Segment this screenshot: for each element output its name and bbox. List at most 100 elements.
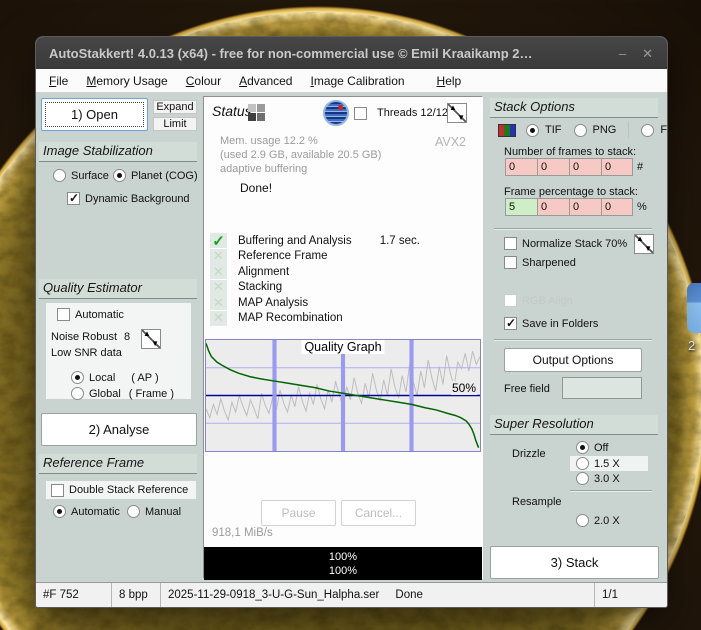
step-row: ✕ MAP Analysis — [210, 295, 478, 311]
cancel-button[interactable]: Cancel... — [341, 500, 416, 526]
step-pending-icon: ✕ — [210, 280, 227, 295]
open-button[interactable]: 1) Open — [41, 98, 148, 131]
step-label: Alignment — [238, 266, 289, 278]
sharpened-checkbox[interactable] — [504, 256, 517, 269]
free-field-label: Free field — [504, 383, 550, 395]
low-snr-label: Low SNR data — [51, 347, 122, 359]
quality-graph-title: Quality Graph — [301, 340, 384, 354]
step-pending-icon: ✕ — [210, 295, 227, 310]
free-field-input[interactable] — [562, 377, 642, 399]
save-in-folders-checkbox[interactable] — [504, 317, 517, 330]
local-ap-radio[interactable] — [71, 371, 84, 384]
resample-20x-radio[interactable] — [576, 514, 589, 527]
memory-usage-line: Mem. usage 12.2 % — [220, 135, 318, 147]
resample-20x-label: 2.0 X — [594, 515, 620, 527]
reference-automatic-radio[interactable] — [53, 505, 66, 518]
drizzle-label: Drizzle — [512, 448, 546, 460]
frames-to-stack-label: Number of frames to stack: — [504, 146, 636, 158]
step-pending-icon: ✕ — [210, 264, 227, 279]
minimize-icon[interactable]: – — [619, 47, 626, 60]
menu-image-calibration[interactable]: Image Calibration — [301, 71, 413, 91]
quality-estimator-header: Quality Estimator — [39, 279, 197, 299]
step-row: ✓ Buffering and Analysis 1.7 sec. — [210, 233, 478, 249]
global-label: Global — [89, 388, 121, 400]
file-status: Done — [395, 589, 423, 601]
pause-button[interactable]: Pause — [261, 500, 336, 526]
resample-label: Resample — [512, 496, 562, 508]
normalize-spinner-icon[interactable]: ▲▼ — [634, 234, 654, 254]
drizzle-off-radio[interactable] — [576, 441, 589, 454]
divider — [570, 490, 652, 492]
desktop-shortcut-icon[interactable] — [687, 283, 701, 333]
format-fit-radio[interactable] — [641, 124, 654, 137]
rgb-color-icon — [498, 124, 516, 137]
status-panel: Status Threads 12/12 ▲▼ Mem. usage 12.2 … — [203, 96, 483, 579]
stack-button[interactable]: 3) Stack — [490, 546, 659, 579]
frames-input-2[interactable] — [537, 158, 569, 176]
planet-cog-radio[interactable] — [113, 169, 126, 182]
local-label: Local — [89, 372, 115, 384]
double-stack-reference-checkbox[interactable] — [51, 484, 64, 497]
menu-memory-usage[interactable]: Memory Usage — [77, 71, 176, 91]
divider — [494, 228, 652, 230]
menu-file[interactable]: File — [40, 71, 77, 91]
format-tif-radio[interactable] — [526, 124, 539, 137]
title-bar[interactable]: AutoStakkert! 4.0.13 (x64) - free for no… — [36, 37, 667, 69]
menu-advanced[interactable]: Advanced — [230, 71, 301, 91]
desktop-shortcut-badge: 2 — [688, 338, 695, 353]
menu-help[interactable]: Help — [428, 71, 471, 91]
status-checkbox[interactable] — [354, 107, 367, 120]
reference-frame-header: Reference Frame — [39, 454, 197, 474]
automatic-quality-checkbox[interactable] — [57, 308, 70, 321]
percent-input-2[interactable] — [537, 198, 569, 216]
drizzle-off-label: Off — [594, 442, 608, 454]
percent-input-3[interactable] — [569, 198, 601, 216]
autostakkert-window: AutoStakkert! 4.0.13 (x64) - free for no… — [35, 36, 668, 608]
normalize-stack-checkbox[interactable] — [504, 237, 517, 250]
dynamic-background-checkbox[interactable] — [67, 192, 80, 205]
close-icon[interactable]: ✕ — [642, 47, 653, 60]
surface-label: Surface — [71, 170, 109, 182]
reference-manual-radio[interactable] — [127, 505, 140, 518]
progress-bar-top: 100% — [329, 551, 357, 563]
step-check-icon: ✓ — [210, 233, 227, 248]
analyse-button[interactable]: 2) Analyse — [41, 413, 197, 446]
reference-automatic-label: Automatic — [71, 506, 120, 518]
noise-robust-spinner-icon[interactable]: ▲▼ — [141, 329, 161, 349]
limit-button[interactable]: Limit — [153, 117, 197, 131]
drizzle-30x-radio[interactable] — [576, 472, 589, 485]
expand-button[interactable]: Expand — [153, 100, 197, 114]
status-bar: #F 752 8 bpp 2025-11-29-0918_3-U-G-Sun_H… — [36, 582, 667, 607]
drizzle-15x-radio[interactable] — [576, 457, 589, 470]
step-label: MAP Analysis — [238, 297, 308, 309]
super-resolution-header: Super Resolution — [490, 415, 658, 435]
divider — [494, 339, 652, 341]
page-count-cell: 1/1 — [595, 583, 667, 607]
progress-bar-bottom: 100% — [329, 565, 357, 577]
sharpened-label: Sharpened — [522, 257, 576, 269]
avx-label: AVX2 — [435, 135, 466, 149]
quality-graph-threshold-label: 50% — [451, 381, 477, 395]
local-suffix: ( AP ) — [131, 372, 158, 384]
step-row: ✕ Alignment — [210, 264, 478, 280]
menu-colour[interactable]: Colour — [177, 71, 230, 91]
percent-input-4[interactable] — [601, 198, 633, 216]
surface-radio[interactable] — [53, 169, 66, 182]
step-row: ✕ Stacking — [210, 280, 478, 296]
step-label: Reference Frame — [238, 250, 327, 262]
output-options-button[interactable]: Output Options — [504, 348, 642, 372]
format-png-radio[interactable] — [574, 124, 587, 137]
percent-input-1[interactable] — [505, 198, 537, 216]
automatic-quality-label: Automatic — [75, 309, 124, 321]
global-frame-radio[interactable] — [71, 387, 84, 400]
frames-input-1[interactable] — [505, 158, 537, 176]
desktop: 2 AutoStakkert! 4.0.13 (x64) - free for … — [0, 0, 701, 630]
file-name: 2025-11-29-0918_3-U-G-Sun_Halpha.ser — [168, 589, 379, 601]
frames-input-4[interactable] — [601, 158, 633, 176]
image-stabilization-header: Image Stabilization — [39, 142, 197, 162]
threads-spinner-icon[interactable]: ▲▼ — [447, 103, 467, 123]
frames-input-3[interactable] — [569, 158, 601, 176]
step-pending-icon: ✕ — [210, 249, 227, 264]
rgb-align-label: RGB Align — [522, 295, 573, 307]
progress-bars: 100% 100% — [204, 547, 482, 580]
